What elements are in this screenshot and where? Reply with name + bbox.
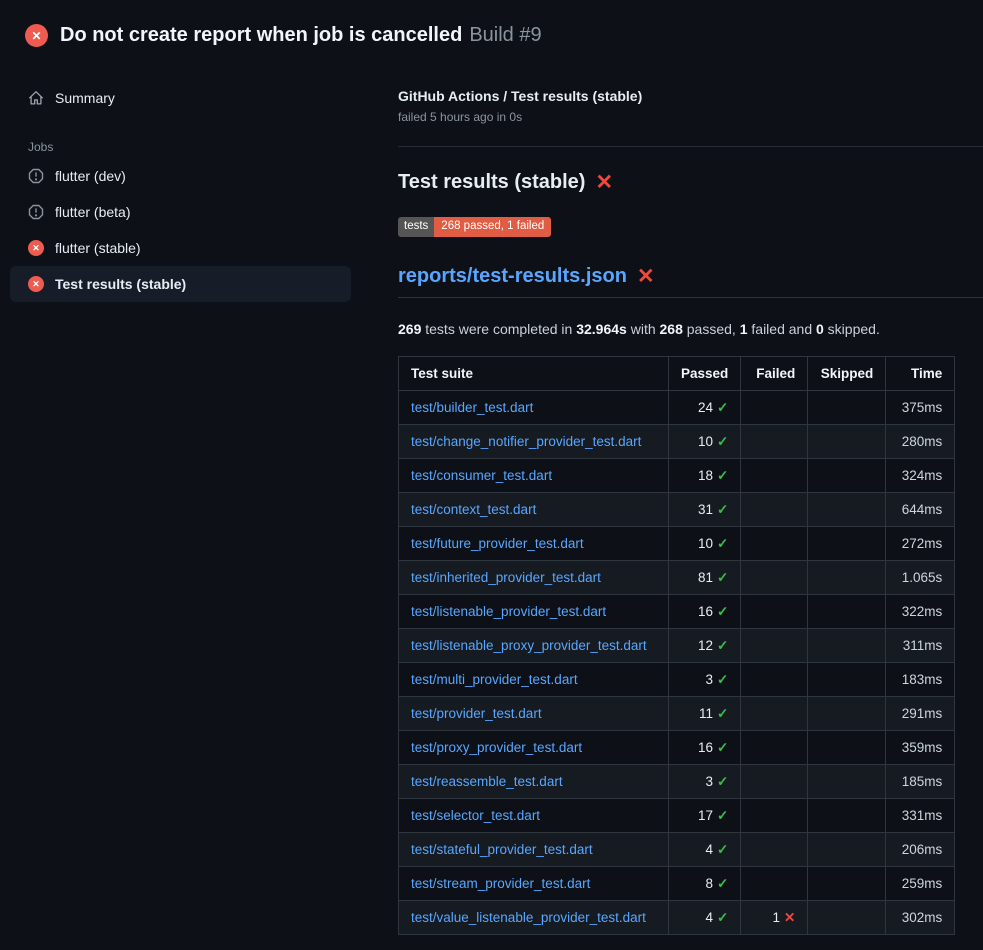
suite-link[interactable]: test/change_notifier_provider_test.dart xyxy=(411,434,641,449)
check-icon: ✓ xyxy=(717,808,728,823)
table-row: test/consumer_test.dart 18✓ 324ms xyxy=(399,458,955,492)
failed-status-icon: ✕ xyxy=(25,24,48,47)
table-row: test/context_test.dart 31✓ 644ms xyxy=(399,492,955,526)
section-divider xyxy=(398,146,983,147)
sidebar-item-flutter-dev[interactable]: flutter (dev) xyxy=(10,158,351,194)
col-header-failed: Failed xyxy=(741,356,808,390)
failed-status-icon: ✕ xyxy=(28,276,44,292)
failed-count: 1 xyxy=(740,321,748,337)
sidebar-item-test-results-stable[interactable]: ✕ Test results (stable) xyxy=(10,266,351,302)
table-header-row: Test suite Passed Failed Skipped Time xyxy=(399,356,955,390)
col-header-test-suite: Test suite xyxy=(399,356,669,390)
table-row: test/stream_provider_test.dart 8✓ 259ms xyxy=(399,866,955,900)
col-header-passed: Passed xyxy=(669,356,741,390)
table-row: test/selector_test.dart 17✓ 331ms xyxy=(399,798,955,832)
duration: 32.964s xyxy=(576,321,627,337)
check-icon: ✓ xyxy=(717,910,728,925)
passed-count: 268 xyxy=(660,321,683,337)
suite-link[interactable]: test/multi_provider_test.dart xyxy=(411,672,578,687)
suite-link[interactable]: test/reassemble_test.dart xyxy=(411,774,563,789)
x-glyph: ✕ xyxy=(31,29,41,43)
breadcrumb: GitHub Actions / Test results (stable) xyxy=(398,88,983,104)
check-icon: ✓ xyxy=(717,876,728,891)
table-row: test/builder_test.dart 24✓ 375ms xyxy=(399,390,955,424)
summary-sentence: 269 tests were completed in 32.964s with… xyxy=(398,321,983,337)
suite-link[interactable]: test/consumer_test.dart xyxy=(411,468,552,483)
build-number: Build #9 xyxy=(469,24,541,46)
run-title: Do not create report when job is cancell… xyxy=(60,24,542,47)
col-header-skipped: Skipped xyxy=(808,356,886,390)
suite-link[interactable]: test/stream_provider_test.dart xyxy=(411,876,590,891)
tests-status-badge: tests 268 passed, 1 failed xyxy=(398,217,551,237)
test-results-table: Test suite Passed Failed Skipped Time te… xyxy=(398,356,955,935)
skipped-count: 0 xyxy=(816,321,824,337)
table-row: test/inherited_provider_test.dart 81✓ 1.… xyxy=(399,560,955,594)
run-meta: failed 5 hours ago in 0s xyxy=(398,110,983,124)
check-icon: ✓ xyxy=(717,400,728,415)
check-icon: ✓ xyxy=(717,536,728,551)
suite-link[interactable]: test/future_provider_test.dart xyxy=(411,536,584,551)
table-row: test/listenable_proxy_provider_test.dart… xyxy=(399,628,955,662)
sidebar-item-label: Summary xyxy=(55,90,115,106)
badge-label: tests xyxy=(398,217,434,237)
main-content: GitHub Actions / Test results (stable) f… xyxy=(398,56,983,935)
table-row: test/reassemble_test.dart 3✓ 185ms xyxy=(399,764,955,798)
run-header: ✕ Do not create report when job is cance… xyxy=(0,0,983,56)
table-row: test/provider_test.dart 11✓ 291ms xyxy=(399,696,955,730)
table-row: test/multi_provider_test.dart 3✓ 183ms xyxy=(399,662,955,696)
suite-link[interactable]: test/listenable_proxy_provider_test.dart xyxy=(411,638,647,653)
page-title: Test results (stable) ✕ xyxy=(398,171,983,194)
suite-link[interactable]: test/selector_test.dart xyxy=(411,808,540,823)
jobs-section-label: Jobs xyxy=(10,140,398,158)
sidebar-item-flutter-stable[interactable]: ✕ flutter (stable) xyxy=(10,230,351,266)
sidebar-item-flutter-beta[interactable]: flutter (beta) xyxy=(10,194,351,230)
badge-value: 268 passed, 1 failed xyxy=(434,217,551,237)
check-icon: ✓ xyxy=(717,604,728,619)
report-file-link[interactable]: reports/test-results.json xyxy=(398,265,627,288)
suite-link[interactable]: test/value_listenable_provider_test.dart xyxy=(411,910,646,925)
table-row: test/stateful_provider_test.dart 4✓ 206m… xyxy=(399,832,955,866)
suite-link[interactable]: test/stateful_provider_test.dart xyxy=(411,842,593,857)
suite-link[interactable]: test/context_test.dart xyxy=(411,502,536,517)
check-icon: ✓ xyxy=(717,672,728,687)
check-icon: ✓ xyxy=(717,502,728,517)
check-icon: ✓ xyxy=(717,706,728,721)
sidebar-item-label: flutter (beta) xyxy=(55,204,130,220)
table-row: test/proxy_provider_test.dart 16✓ 359ms xyxy=(399,730,955,764)
table-row: test/value_listenable_provider_test.dart… xyxy=(399,900,955,934)
sidebar-item-summary[interactable]: Summary xyxy=(10,82,351,114)
col-header-time: Time xyxy=(886,356,955,390)
home-icon xyxy=(28,90,44,106)
failed-status-icon: ✕ xyxy=(28,240,44,256)
check-icon: ✓ xyxy=(717,570,728,585)
sidebar-item-label: flutter (stable) xyxy=(55,240,141,256)
suite-link[interactable]: test/builder_test.dart xyxy=(411,400,533,415)
total-tests: 269 xyxy=(398,321,421,337)
suite-link[interactable]: test/proxy_provider_test.dart xyxy=(411,740,582,755)
cancelled-icon xyxy=(28,168,44,184)
cancelled-icon xyxy=(28,204,44,220)
sidebar: Summary Jobs flutter (dev) flut xyxy=(0,56,398,302)
failed-x-icon: ✕ xyxy=(637,266,655,287)
suite-link[interactable]: test/inherited_provider_test.dart xyxy=(411,570,601,585)
sidebar-item-label: flutter (dev) xyxy=(55,168,126,184)
sidebar-item-label: Test results (stable) xyxy=(55,276,186,292)
report-file-heading: reports/test-results.json ✕ xyxy=(398,265,983,298)
check-icon: ✓ xyxy=(717,740,728,755)
table-row: test/change_notifier_provider_test.dart … xyxy=(399,424,955,458)
check-icon: ✓ xyxy=(717,774,728,789)
suite-link[interactable]: test/provider_test.dart xyxy=(411,706,542,721)
check-icon: ✓ xyxy=(717,638,728,653)
table-row: test/listenable_provider_test.dart 16✓ 3… xyxy=(399,594,955,628)
failed-x-icon: ✕ xyxy=(595,172,613,193)
table-row: test/future_provider_test.dart 10✓ 272ms xyxy=(399,526,955,560)
check-icon: ✓ xyxy=(717,434,728,449)
check-icon: ✓ xyxy=(717,468,728,483)
check-icon: ✓ xyxy=(717,842,728,857)
suite-link[interactable]: test/listenable_provider_test.dart xyxy=(411,604,606,619)
cross-icon: ✕ xyxy=(784,910,795,925)
